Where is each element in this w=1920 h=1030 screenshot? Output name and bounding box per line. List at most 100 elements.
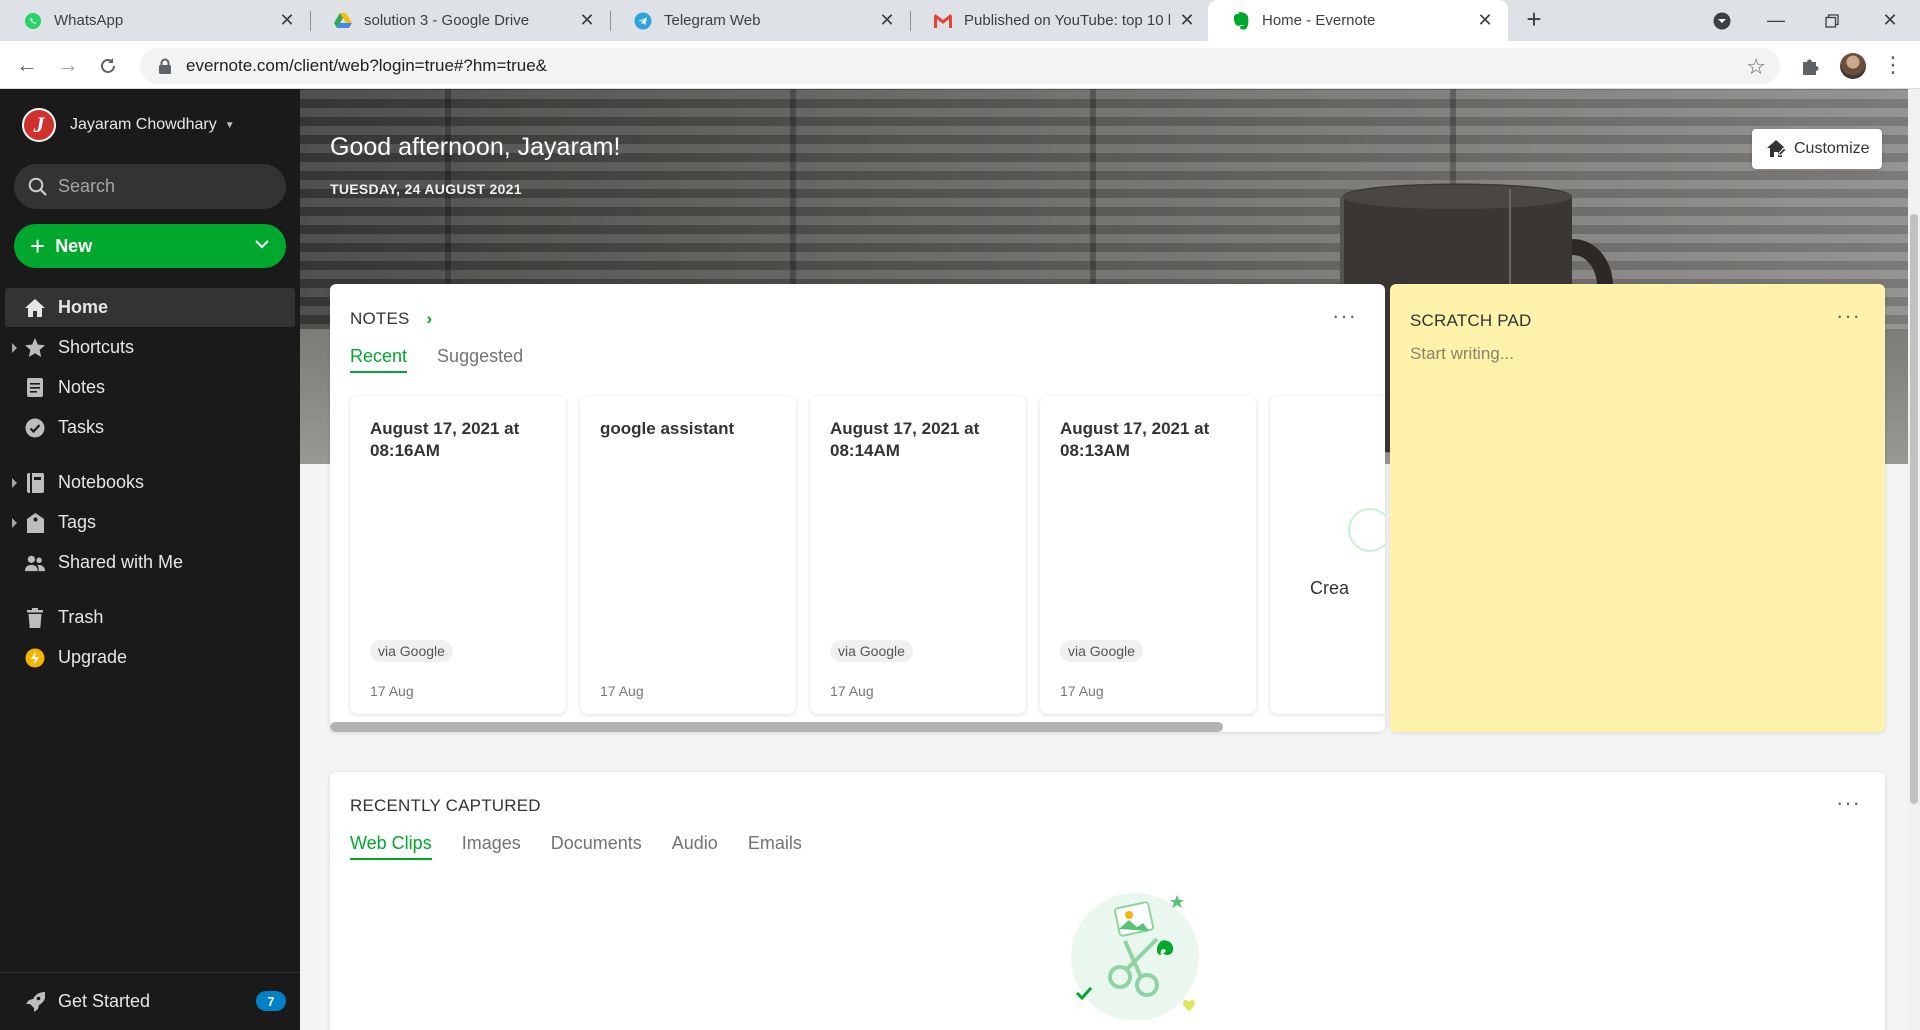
new-button-label: New: [55, 235, 93, 256]
url-text: evernote.com/client/web?login=true#?hm=t…: [186, 56, 547, 75]
profile-avatar[interactable]: [1840, 53, 1866, 79]
close-tab-icon[interactable]: ✕: [1178, 10, 1196, 31]
sidebar-item-shortcuts[interactable]: Shortcuts: [5, 328, 295, 367]
sidebar-item-label: Home: [58, 297, 109, 317]
more-options-icon[interactable]: ···: [1836, 305, 1861, 327]
more-options-icon[interactable]: ···: [1836, 792, 1861, 814]
restore-window-button[interactable]: [1804, 0, 1860, 41]
tab-title: solution 3 - Google Drive: [364, 12, 530, 29]
horizontal-scrollbar[interactable]: [330, 722, 1223, 732]
search-box[interactable]: [14, 164, 286, 209]
browser-tab-telegram[interactable]: Telegram Web ✕: [610, 0, 910, 41]
search-input[interactable]: [58, 176, 258, 197]
telegram-icon: [634, 12, 652, 30]
tab-recent[interactable]: Recent: [350, 346, 408, 373]
get-started-button[interactable]: Get Started 7: [0, 972, 300, 1030]
sidebar-item-label: Notes: [58, 377, 106, 397]
account-menu[interactable]: J Jayaram Chowdhary ▼: [22, 108, 235, 142]
sidebar-item-shared-with-me[interactable]: Shared with Me: [5, 543, 295, 582]
extensions-puzzle-icon[interactable]: [1800, 53, 1826, 79]
tab-emails[interactable]: Emails: [748, 833, 802, 860]
browser-tab-google-drive[interactable]: solution 3 - Google Drive ✕: [310, 0, 610, 41]
sidebar-item-label: Upgrade: [58, 647, 128, 667]
create-note-card[interactable]: Crea: [1270, 396, 1385, 714]
notes-widget: NOTES › ··· Recent Suggested August 17, …: [330, 284, 1385, 732]
notes-widget-title[interactable]: NOTES ›: [350, 309, 432, 329]
browser-tab-gmail[interactable]: Published on YouTube: top 10 he ✕: [910, 0, 1210, 41]
create-plus-icon: [1348, 508, 1385, 552]
plus-icon: +: [30, 231, 46, 261]
note-title: google assistant: [600, 419, 735, 438]
tab-web-clips[interactable]: Web Clips: [350, 833, 432, 860]
recently-captured-widget: RECENTLY CAPTURED ··· Web Clips Images D…: [330, 772, 1885, 1030]
more-options-icon[interactable]: ···: [1332, 305, 1357, 327]
expand-arrow-icon[interactable]: [12, 343, 17, 353]
notes-tabs: Recent Suggested: [350, 346, 553, 373]
tab-images[interactable]: Images: [462, 833, 521, 860]
new-tab-button[interactable]: +: [1520, 6, 1548, 34]
customize-label: Customize: [1794, 140, 1870, 157]
note-card[interactable]: August 17, 2021 at 08:13AM via Google 17…: [1040, 396, 1256, 714]
sidebar-item-upgrade[interactable]: Upgrade: [5, 638, 295, 677]
expand-arrow-icon[interactable]: [12, 478, 17, 488]
rocket-icon: [26, 991, 45, 1012]
back-arrow-icon[interactable]: ←: [14, 53, 40, 79]
close-tab-icon[interactable]: ✕: [578, 10, 596, 31]
note-date: 17 Aug: [370, 683, 414, 699]
sidebar-item-trash[interactable]: Trash: [5, 598, 295, 637]
close-tab-icon[interactable]: ✕: [278, 10, 296, 31]
browser-tab-evernote[interactable]: Home - Evernote ✕: [1208, 0, 1508, 41]
forward-arrow-icon[interactable]: →: [55, 53, 81, 79]
tab-search-icon[interactable]: [1694, 0, 1750, 41]
notebook-icon: [25, 472, 45, 493]
sidebar-item-notebooks[interactable]: Notebooks: [5, 463, 295, 502]
note-card[interactable]: August 17, 2021 at 08:16AM via Google 17…: [350, 396, 566, 714]
user-name: Jayaram Chowdhary: [70, 116, 217, 133]
home-edit-icon: [1767, 140, 1786, 157]
tab-audio[interactable]: Audio: [672, 833, 718, 860]
gmail-icon: [934, 12, 952, 30]
scrollbar-thumb[interactable]: [1910, 214, 1918, 804]
sidebar-item-tasks[interactable]: Tasks: [5, 408, 295, 447]
web-clip-illustration-icon: [1071, 893, 1199, 1020]
sidebar-item-label: Shared with Me: [58, 552, 184, 572]
close-window-button[interactable]: ✕: [1862, 0, 1918, 41]
note-title: August 17, 2021 at 08:14AM: [830, 419, 980, 460]
tab-documents[interactable]: Documents: [551, 833, 642, 860]
minimize-window-button[interactable]: —: [1748, 0, 1804, 41]
avatar: J: [22, 108, 56, 142]
expand-arrow-icon[interactable]: [12, 518, 17, 528]
note-card[interactable]: August 17, 2021 at 08:14AM via Google 17…: [810, 396, 1026, 714]
note-date: 17 Aug: [1060, 683, 1104, 699]
chevron-down-icon: ▼: [224, 119, 235, 131]
sidebar-item-home[interactable]: Home: [5, 288, 295, 327]
browser-menu-icon[interactable]: ⋮: [1880, 53, 1906, 79]
sidebar-item-tags[interactable]: Tags: [5, 503, 295, 542]
trash-icon: [25, 607, 45, 628]
tag-icon: [25, 512, 45, 533]
close-tab-icon[interactable]: ✕: [1476, 10, 1494, 31]
vertical-scrollbar[interactable]: [1908, 89, 1920, 1030]
evernote-icon: [1232, 11, 1250, 30]
scratch-pad-input[interactable]: [1410, 344, 1860, 704]
close-tab-icon[interactable]: ✕: [878, 10, 896, 31]
sidebar: J Jayaram Chowdhary ▼ + New Home Shortcu…: [0, 89, 300, 1030]
greeting-heading: Good afternoon, Jayaram!: [330, 133, 621, 161]
customize-button[interactable]: Customize: [1752, 129, 1882, 169]
count-badge: 7: [256, 991, 286, 1011]
browser-tab-whatsapp[interactable]: WhatsApp ✕: [0, 0, 310, 41]
bookmark-star-icon[interactable]: ☆: [1746, 54, 1766, 80]
chevron-down-icon[interactable]: [254, 236, 270, 252]
chevron-right-icon[interactable]: ›: [427, 309, 433, 328]
url-omnibox[interactable]: evernote.com/client/web?login=true#?hm=t…: [140, 48, 1780, 84]
tab-suggested[interactable]: Suggested: [437, 346, 523, 373]
new-note-button[interactable]: + New: [14, 224, 286, 268]
create-note-label: Crea: [1310, 578, 1350, 598]
note-icon: [25, 378, 45, 398]
people-icon: [25, 553, 45, 573]
sidebar-item-notes[interactable]: Notes: [5, 368, 295, 407]
note-tag: via Google: [830, 640, 913, 662]
note-title: August 17, 2021 at 08:16AM: [370, 419, 520, 460]
reload-icon[interactable]: [95, 53, 121, 79]
note-card[interactable]: google assistant 17 Aug: [580, 396, 796, 714]
